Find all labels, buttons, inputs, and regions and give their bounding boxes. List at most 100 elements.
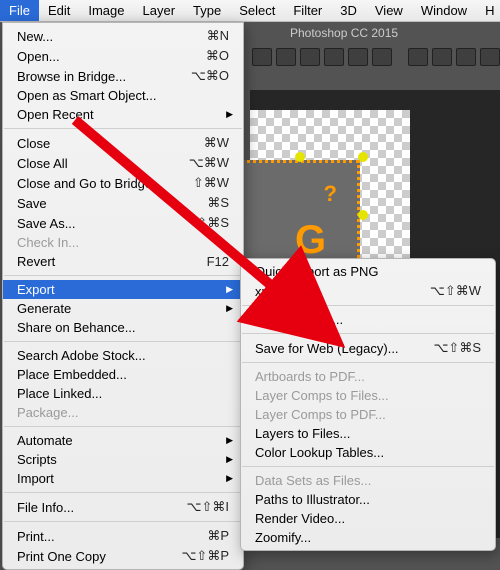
align-bottom-edges-icon[interactable] — [372, 48, 392, 66]
file_menu-item-search-adobe-stock[interactable]: Search Adobe Stock... — [3, 346, 243, 365]
menu-item-shortcut: ⌥⌘O — [191, 68, 229, 84]
file_menu-item-file-info[interactable]: File Info...⌥⇧⌘I — [3, 497, 243, 517]
menu-item-shortcut: ⌘O — [206, 48, 229, 64]
align-vertical-centers-icon[interactable] — [348, 48, 368, 66]
file_menu-item-open[interactable]: Open... ⌘O — [3, 46, 243, 66]
file_menu-item-print-one-copy[interactable]: Print One Copy ⌥⇧⌘P — [3, 546, 243, 566]
file_menu-item-place-embedded[interactable]: Place Embedded... — [3, 365, 243, 384]
menu-item-label: Import — [17, 471, 54, 486]
export_submenu-item-layer-comps-to-pdf: Layer Comps to PDF... — [241, 405, 495, 424]
document-canvas[interactable]: ? G — [250, 110, 410, 270]
menu-item-label: Quick Export as PNG — [255, 264, 379, 279]
menu-item-label: xport As... — [255, 284, 313, 299]
menu-item-label: Automate — [17, 433, 73, 448]
export_submenu-item-artboards-to-pdf: Artboards to PDF... — [241, 367, 495, 386]
menu-item-shortcut: F12 — [207, 254, 229, 269]
file_menu-item-save-as[interactable]: Save As...⇧⌘S — [3, 213, 243, 233]
menu-item-shortcut: ⌘S — [207, 195, 229, 211]
export_submenu-item-data-sets-as-files: Data Sets as Files... — [241, 471, 495, 490]
menu-item-shortcut: ⌥⇧⌘W — [430, 283, 481, 299]
file_menu-item-automate[interactable]: Automate ▶ — [3, 431, 243, 450]
menu-item-label: Check In... — [17, 235, 79, 250]
menu-help[interactable]: H — [476, 0, 500, 21]
file_menu-item-print[interactable]: Print...⌘P — [3, 526, 243, 546]
align-top-edges-icon[interactable] — [324, 48, 344, 66]
menu-item-label: Open as Smart Object... — [17, 88, 156, 103]
menu-item-label: Artboards to PDF... — [255, 369, 365, 384]
export_submenu-item-save-for-web-legacy[interactable]: Save for Web (Legacy)...⌥⇧⌘S — [241, 338, 495, 358]
file_menu-item-export[interactable]: Export ▶ — [3, 280, 243, 299]
menu-item-label: Package... — [17, 405, 78, 420]
file_menu-item-package: Package... — [3, 403, 243, 422]
menu-view[interactable]: View — [366, 0, 412, 21]
distribute-left-edges-icon[interactable] — [480, 48, 500, 66]
menu-item-label: Close All — [17, 156, 68, 171]
file_menu-item-close-all[interactable]: Close All ⌥⌘W — [3, 153, 243, 173]
export_submenu-item-color-lookup-tables[interactable]: Color Lookup Tables... — [241, 443, 495, 462]
submenu-arrow-icon: ▶ — [226, 454, 233, 465]
export_submenu-item-layers-to-files[interactable]: Layers to Files... — [241, 424, 495, 443]
menu-item-label: Export — [17, 282, 55, 297]
menu-filter[interactable]: Filter — [284, 0, 331, 21]
menu-separator — [242, 333, 494, 334]
file_menu-item-place-linked[interactable]: Place Linked... — [3, 384, 243, 403]
menu-item-label: Data Sets as Files... — [255, 473, 371, 488]
menu-type[interactable]: Type — [184, 0, 230, 21]
submenu-arrow-icon: ▶ — [226, 284, 233, 295]
distribute-vertical-centers-icon[interactable] — [432, 48, 452, 66]
menu-item-label: Layer Comps to Files... — [255, 388, 389, 403]
menu-item-label: Save As... — [17, 216, 76, 231]
menu-edit[interactable]: Edit — [39, 0, 79, 21]
file_menu-item-close-and-go-to-bridge[interactable]: Close and Go to Bridge...⇧⌘W — [3, 173, 243, 193]
file_menu-item-revert[interactable]: Revert F12 — [3, 252, 243, 271]
menu-separator — [4, 521, 242, 522]
menu-item-shortcut: ⌘W — [204, 135, 229, 151]
menu-item-shortcut: ⌥⌘W — [189, 155, 229, 171]
file_menu-item-share-on-behance[interactable]: Share on Behance... — [3, 318, 243, 337]
menu-item-label: Print One Copy — [17, 549, 106, 564]
export_submenu-item-paths-to-illustrator[interactable]: Paths to Illustrator... — [241, 490, 495, 509]
file_menu-item-save[interactable]: Save⌘S — [3, 193, 243, 213]
export_submenu-item-t-preferences[interactable]: t Preferences... — [241, 310, 495, 329]
export_submenu-item-render-video[interactable]: Render Video... — [241, 509, 495, 528]
export_submenu-item-quick-export-as-png[interactable]: Quick Export as PNG — [241, 262, 495, 281]
menu-item-shortcut: ⌥⇧⌘P — [181, 548, 229, 564]
export_submenu-item-layer-comps-to-files: Layer Comps to Files... — [241, 386, 495, 405]
file_menu-item-generate[interactable]: Generate ▶ — [3, 299, 243, 318]
distribute-top-edges-icon[interactable] — [408, 48, 428, 66]
menu-layer[interactable]: Layer — [134, 0, 185, 21]
menu-separator — [242, 466, 494, 467]
file-menu-dropdown: New...⌘NOpen...⌘OBrowse in Bridge...⌥⌘OO… — [2, 22, 244, 570]
file_menu-item-open-recent[interactable]: Open Recent▶ — [3, 105, 243, 124]
align-right-edges-icon[interactable] — [300, 48, 320, 66]
menu-separator — [4, 128, 242, 129]
align-left-edges-icon[interactable] — [252, 48, 272, 66]
file_menu-item-browse-in-bridge[interactable]: Browse in Bridge...⌥⌘O — [3, 66, 243, 86]
file_menu-item-import[interactable]: Import▶ — [3, 469, 243, 488]
menu-image[interactable]: Image — [79, 0, 133, 21]
menu-separator — [4, 492, 242, 493]
menu-file[interactable]: File — [0, 0, 39, 21]
align-horizontal-centers-icon[interactable] — [276, 48, 296, 66]
submenu-arrow-icon: ▶ — [226, 303, 233, 314]
menu-item-shortcut: ⌘N — [207, 28, 229, 44]
menu-item-shortcut: ⇧⌘W — [193, 175, 229, 191]
menu-separator — [242, 362, 494, 363]
file_menu-item-open-as-smart-object[interactable]: Open as Smart Object... — [3, 86, 243, 105]
menu-select[interactable]: Select — [230, 0, 284, 21]
menu-item-label: Revert — [17, 254, 55, 269]
menu-window[interactable]: Window — [412, 0, 476, 21]
selected-shape[interactable]: ? G — [240, 160, 360, 270]
distribute-bottom-edges-icon[interactable] — [456, 48, 476, 66]
export_submenu-item-xport-as[interactable]: xport As... ⌥⇧⌘W — [241, 281, 495, 301]
menu-item-label: Layer Comps to PDF... — [255, 407, 386, 422]
menu-3d[interactable]: 3D — [331, 0, 366, 21]
menu-item-shortcut: ⌥⇧⌘I — [187, 499, 230, 515]
file_menu-item-close[interactable]: Close⌘W — [3, 133, 243, 153]
menu-item-shortcut: ⌥⇧⌘S — [433, 340, 481, 356]
menu-item-label: Generate — [17, 301, 71, 316]
file_menu-item-new[interactable]: New...⌘N — [3, 26, 243, 46]
file_menu-item-scripts[interactable]: Scripts▶ — [3, 450, 243, 469]
submenu-arrow-icon: ▶ — [226, 435, 233, 446]
menu-item-label: Open... — [17, 49, 60, 64]
